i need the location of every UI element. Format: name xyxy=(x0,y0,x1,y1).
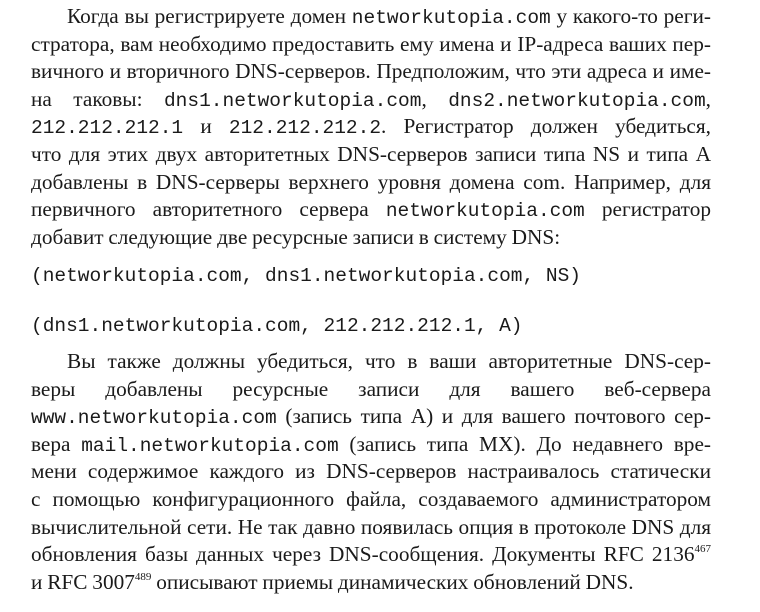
text-run: добавлены в DNS-серверы верхнего уровня … xyxy=(31,169,711,194)
text-run: . Регистратор должен убедиться, xyxy=(381,114,711,139)
text-line: Вы также должны убедиться, что в ваши ав… xyxy=(31,348,711,376)
text-run: (запись типа MX). До недавнего вре- xyxy=(338,431,711,456)
inline-code: networkutopia.com xyxy=(385,200,585,223)
text-line: веры добавлены ресурсные записи для ваше… xyxy=(31,376,711,404)
text-run: мени содержимое каждого из DNS-серверов … xyxy=(31,459,711,484)
inline-code: mail.networkutopia.com xyxy=(81,434,339,457)
text-line: www.networkutopia.com (запись типа A) и … xyxy=(31,403,711,431)
code-record-a: (dns1.networkutopia.com, 212.212.212.1, … xyxy=(31,315,523,337)
text-run: Вы также должны убедиться, что в ваши ав… xyxy=(67,349,711,373)
text-run: и RFC 3007 xyxy=(31,569,135,594)
text-run: у какого-то реги- xyxy=(550,4,711,28)
text-line: Когда вы регистрируете домен networkutop… xyxy=(31,3,711,31)
text-line: вычислительной сети. Не так давно появил… xyxy=(31,514,711,542)
text-line: с помощью конфигурационного файла, созда… xyxy=(31,486,711,514)
text-run: , xyxy=(705,86,711,111)
text-run: стратора, вам необходимо предоставить ем… xyxy=(31,31,711,56)
text-run: вера xyxy=(31,431,82,456)
inline-code: 212.212.212.1 xyxy=(31,117,184,140)
inline-code: www.networkutopia.com xyxy=(31,407,277,430)
text-line: первичного авторитетного сервера network… xyxy=(31,196,711,224)
inline-code: networkutopia.com xyxy=(351,7,551,29)
text-run: первичного авторитетного сервера xyxy=(31,197,386,222)
paragraph-dynamic-updates: Вы также должны убедиться, что в ваши ав… xyxy=(31,348,711,596)
inline-code: dns2.networkutopia.com xyxy=(448,89,706,112)
text-run: добавит следующие две ресурсные записи в… xyxy=(31,224,561,249)
text-run: на таковы: xyxy=(31,86,164,111)
inline-code: dns1.networkutopia.com xyxy=(163,89,422,112)
text-line: добавлены в DNS-серверы верхнего уровня … xyxy=(31,169,711,197)
text-run: обновления базы данных через DNS-сообщен… xyxy=(31,542,695,567)
text-line: мени содержимое каждого из DNS-серверов … xyxy=(31,458,711,486)
text-run: Когда вы регистрируете домен xyxy=(67,4,352,28)
text-run: что для этих двух авторитетных DNS-серве… xyxy=(31,141,711,166)
text-run: и xyxy=(183,114,229,139)
text-line: на таковы: dns1.networkutopia.com, dns2.… xyxy=(31,86,711,114)
text-run: , xyxy=(421,86,449,111)
code-record-ns: (networkutopia.com, dns1.networkutopia.c… xyxy=(31,265,581,287)
text-line: и RFC 3007489 описывают приемы динамичес… xyxy=(31,569,711,597)
text-run: вичного и вторичного DNS-серверов. Предп… xyxy=(31,59,711,84)
text-line: стратора, вам необходимо предоставить ем… xyxy=(31,31,711,59)
text-run: вычислительной сети. Не так давно появил… xyxy=(31,514,711,539)
text-run: описывают приемы динамических обновлений… xyxy=(151,569,634,594)
footnote-ref: 489 xyxy=(134,570,152,583)
inline-code: 212.212.212.2 xyxy=(228,117,382,140)
text-line: вичного и вторичного DNS-серверов. Предп… xyxy=(31,58,711,86)
text-line: 212.212.212.1 и 212.212.212.2. Регистрат… xyxy=(31,113,711,141)
footnote-ref: 467 xyxy=(694,543,712,556)
text-line: что для этих двух авторитетных DNS-серве… xyxy=(31,141,711,169)
text-line: обновления базы данных через DNS-сообщен… xyxy=(31,541,711,569)
text-line: добавит следующие две ресурсные записи в… xyxy=(31,224,711,252)
text-run: (запись типа A) и для вашего почтового с… xyxy=(276,404,711,429)
text-run: регистратор xyxy=(584,197,711,222)
text-line: вера mail.networkutopia.com (запись типа… xyxy=(31,431,711,459)
text-run: веры добавлены ресурсные записи для ваше… xyxy=(31,376,711,401)
paragraph-registration: Когда вы регистрируете домен networkutop… xyxy=(31,3,711,251)
text-run: с помощью конфигурационного файла, созда… xyxy=(31,486,711,511)
